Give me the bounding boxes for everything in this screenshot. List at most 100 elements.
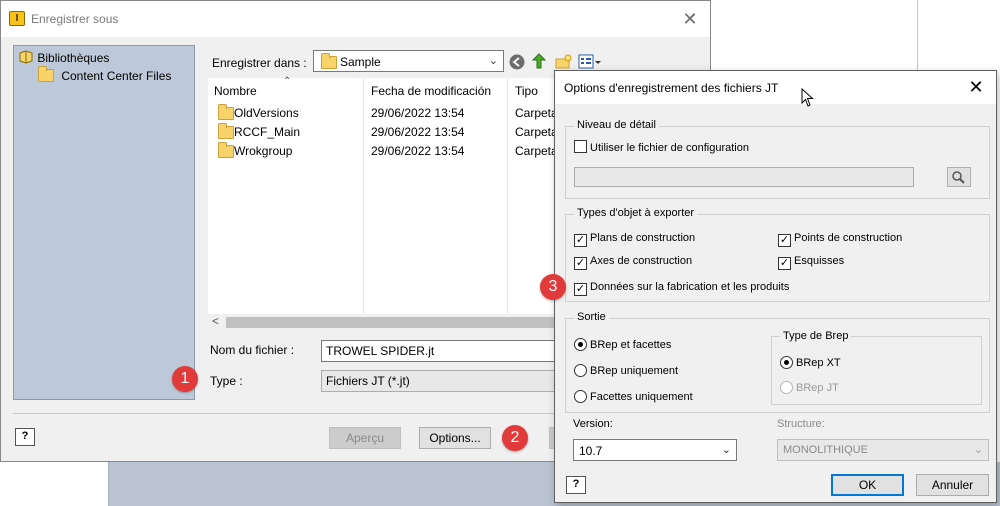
row-date: 29/06/2022 13:54 — [371, 125, 465, 139]
construction-points-checkbox[interactable]: ✓ Points de construction — [778, 232, 902, 247]
brep-facets-label: BRep et facettes — [590, 339, 672, 351]
save-in-value: Sample — [340, 55, 381, 69]
structure-dropdown[interactable]: MONOLITHIQUE ⌄ — [777, 439, 989, 461]
options-button[interactable]: Options... — [419, 427, 491, 449]
save-in-label: Enregistrer dans : — [212, 56, 307, 70]
background-divider — [917, 0, 918, 75]
save-in-dropdown[interactable]: Sample ⌄ — [313, 50, 504, 72]
use-config-label: Utiliser le fichier de configuration — [590, 142, 749, 154]
column-header-type[interactable]: Tipo — [515, 84, 538, 98]
chevron-down-icon: ⌄ — [973, 444, 983, 456]
options-dialog-titlebar: Options d'enregistrement des fichiers JT… — [555, 71, 996, 104]
sketches-label: Esquisses — [794, 255, 845, 267]
check-icon: ✓ — [778, 234, 791, 247]
type-label: Type : — [210, 374, 243, 388]
use-config-checkbox[interactable]: Utiliser le fichier de configuration — [574, 140, 749, 154]
mouse-cursor-icon — [801, 88, 814, 107]
detail-level-title: Niveau de détail — [574, 119, 659, 131]
filename-label: Nom du fichier : — [210, 343, 295, 357]
row-name: RCCF_Main — [234, 125, 301, 139]
version-label: Version: — [573, 418, 613, 430]
brep-type-group: Type de Brep BRep XT BRep JT — [771, 330, 982, 405]
brep-jt-radio[interactable]: BRep JT — [780, 381, 839, 394]
output-title: Sortie — [574, 311, 609, 323]
preview-button[interactable]: Aperçu — [329, 427, 401, 449]
version-dropdown[interactable]: 10.7 ⌄ — [573, 439, 737, 461]
close-icon[interactable]: ✕ — [964, 75, 988, 99]
back-icon[interactable] — [508, 53, 526, 71]
facets-only-label: Facettes uniquement — [590, 391, 693, 403]
radio-selected — [574, 338, 587, 351]
construction-planes-label: Plans de construction — [590, 232, 696, 244]
background-edge — [108, 460, 109, 506]
brep-type-title: Type de Brep — [780, 330, 852, 342]
construction-planes-checkbox[interactable]: ✓ Plans de construction — [574, 232, 695, 247]
row-date: 29/06/2022 13:54 — [371, 106, 465, 120]
scroll-left-icon[interactable]: < — [212, 314, 219, 328]
magnifier-icon — [952, 171, 965, 184]
scrollbar-thumb[interactable] — [226, 317, 586, 328]
up-folder-icon[interactable] — [530, 52, 548, 70]
table-row[interactable]: Wrokgroup 29/06/2022 13:54 Carpeta — [208, 142, 608, 161]
brep-xt-radio[interactable]: BRep XT — [780, 356, 841, 369]
row-date: 29/06/2022 13:54 — [371, 144, 465, 158]
manufacturing-data-checkbox[interactable]: ✓ Données sur la fabrication et les produ… — [574, 281, 789, 296]
save-dialog-titlebar: I Enregistrer sous ✕ — [1, 1, 710, 37]
column-header-name[interactable]: Nombre — [214, 84, 257, 98]
help-button[interactable]: ? — [15, 428, 35, 446]
facets-only-radio[interactable]: Facettes uniquement — [574, 390, 693, 403]
column-header-date[interactable]: Fecha de modificación — [371, 84, 491, 98]
radio-unselected — [574, 364, 587, 377]
file-type-dropdown[interactable]: Fichiers JT (*.jt) — [321, 370, 561, 392]
sketches-checkbox[interactable]: ✓ Esquisses — [778, 255, 844, 270]
filename-input[interactable]: TROWEL SPIDER.jt — [321, 340, 561, 362]
row-type: Carpeta — [515, 106, 558, 120]
tree-item-content-center[interactable]: Content Center Files — [38, 66, 172, 83]
view-menu-icon[interactable] — [578, 53, 602, 71]
check-icon: ✓ — [778, 257, 791, 270]
row-type: Carpeta — [515, 144, 558, 158]
options-dialog-title: Options d'enregistrement des fichiers JT — [564, 81, 779, 95]
folder-icon — [38, 66, 54, 82]
output-group: Sortie BRep et facettes BRep uniquement … — [565, 311, 990, 413]
check-icon: ✓ — [574, 283, 587, 296]
table-row[interactable]: RCCF_Main 29/06/2022 13:54 Carpeta — [208, 123, 608, 142]
radio-selected — [780, 356, 793, 369]
brep-facets-radio[interactable]: BRep et facettes — [574, 338, 671, 351]
brep-only-label: BRep uniquement — [590, 365, 679, 377]
version-value: 10.7 — [579, 444, 603, 458]
close-icon[interactable]: ✕ — [678, 7, 702, 31]
construction-axes-label: Axes de construction — [590, 255, 693, 267]
construction-axes-checkbox[interactable]: ✓ Axes de construction — [574, 255, 692, 270]
radio-unselected — [780, 381, 793, 394]
tree-item-label: Content Center Files — [61, 69, 172, 83]
tree-item-libraries[interactable]: Bibliothèques — [18, 50, 109, 65]
chevron-down-icon: ⌄ — [721, 444, 731, 456]
object-types-group: Types d'objet à exporter ✓ Plans de const… — [565, 207, 990, 302]
ok-button[interactable]: OK — [831, 474, 904, 496]
jt-options-dialog: Options d'enregistrement des fichiers JT… — [554, 70, 997, 503]
step-badge-2: 2 — [502, 425, 528, 451]
detail-level-group: Niveau de détail Utiliser le fichier de … — [565, 119, 990, 199]
sort-ascending-icon: ⌃ — [283, 76, 292, 87]
help-button[interactable]: ? — [566, 476, 586, 494]
cancel-button[interactable]: Annuler — [916, 474, 989, 496]
chevron-down-icon: ⌄ — [488, 55, 498, 67]
step-badge-3: 3 — [540, 274, 566, 300]
manufacturing-data-label: Données sur la fabrication et les produi… — [590, 281, 790, 293]
brep-jt-label: BRep JT — [796, 382, 839, 394]
object-types-title: Types d'objet à exporter — [574, 207, 698, 219]
new-folder-icon[interactable] — [554, 53, 572, 71]
folder-icon — [218, 142, 234, 158]
folder-icon — [321, 53, 337, 69]
structure-value: MONOLITHIQUE — [783, 444, 868, 456]
library-icon — [19, 50, 33, 64]
brep-only-radio[interactable]: BRep uniquement — [574, 364, 678, 377]
browse-button[interactable] — [947, 167, 971, 187]
config-file-path[interactable] — [574, 167, 914, 187]
horizontal-scrollbar[interactable]: < — [208, 314, 608, 331]
check-icon: ✓ — [574, 257, 587, 270]
check-icon: ✓ — [574, 234, 587, 247]
row-name: OldVersions — [234, 106, 299, 120]
table-row[interactable]: OldVersions 29/06/2022 13:54 Carpeta — [208, 104, 608, 123]
